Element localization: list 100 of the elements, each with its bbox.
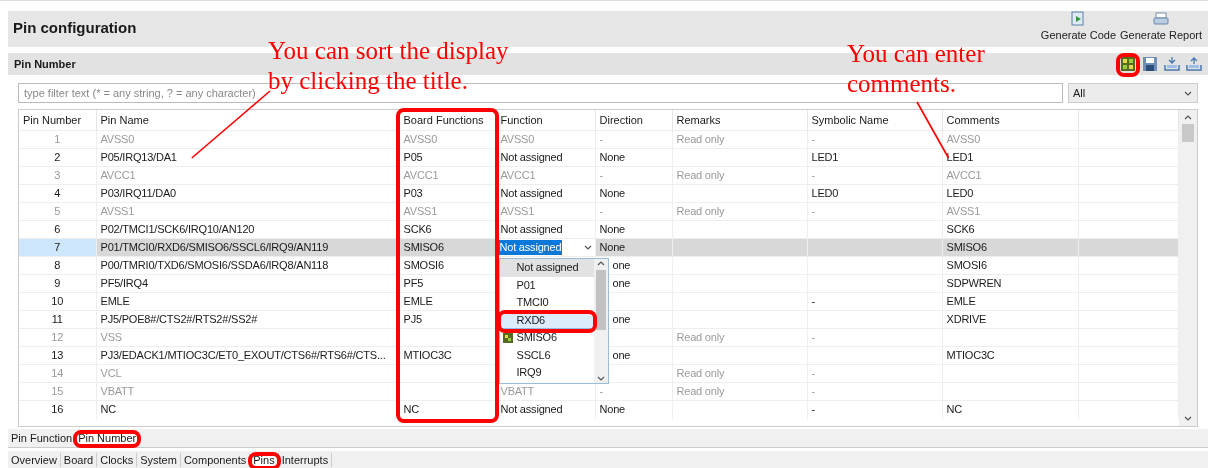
table-cell: - <box>595 166 672 185</box>
column-header[interactable]: Symbolic Name <box>807 110 942 131</box>
table-cell: NC <box>399 400 496 419</box>
table-cell: AVSS0 <box>496 130 595 149</box>
dropdown-option[interactable]: P01 <box>499 276 594 294</box>
printer-icon <box>1153 11 1170 26</box>
table-cell: - <box>807 202 942 221</box>
table-cell: EMLE <box>942 292 1078 311</box>
table-cell: 1 <box>19 130 96 149</box>
column-header[interactable]: Pin Number <box>19 110 96 131</box>
table-cell: 11 <box>19 310 96 329</box>
column-header[interactable]: Direction <box>595 110 672 131</box>
table-cell: None <box>595 238 672 257</box>
column-header[interactable]: Pin Name <box>96 110 399 131</box>
table-cell: - <box>807 364 942 383</box>
table-cell: Read only <box>672 382 807 401</box>
highlight-frame <box>1116 53 1140 77</box>
table-cell: AVSS1 <box>399 202 496 221</box>
toolbar-button[interactable]: Generate Report <box>1120 11 1202 41</box>
column-header[interactable]: Function <box>496 110 595 131</box>
table-cell: Read only <box>672 364 807 383</box>
dropdown-option[interactable]: SMISO6 <box>499 329 594 347</box>
grid-icon[interactable] <box>1120 56 1136 72</box>
table-cell: Not assigned <box>496 400 595 419</box>
table-cell: XDRIVE <box>942 310 1078 329</box>
document-play-icon <box>1070 11 1087 26</box>
scrollbar-thumb[interactable] <box>595 270 606 330</box>
table-cell: - <box>807 400 942 419</box>
table-cell: SMISO6 <box>942 238 1078 257</box>
column-header[interactable]: Remarks <box>672 110 807 131</box>
table-cell: P03/IRQ11/DA0 <box>96 184 399 203</box>
table-cell: 10 <box>19 292 96 311</box>
chevron-up-icon[interactable] <box>1183 113 1193 122</box>
table-cell: 12 <box>19 328 96 347</box>
save-icon[interactable] <box>1142 56 1158 72</box>
table-cell: - <box>807 292 942 311</box>
table-cell: PJ3/EDACK1/MTIOC3C/ET0_EXOUT/CTS6#/RTS6#/CTS... <box>96 346 399 365</box>
table-cell: P01/TMCI0/RXD6/SMISO6/SSCL6/IRQ9/AN119 <box>96 238 399 257</box>
table-cell: SMOSI6 <box>399 256 496 275</box>
chevron-down-icon <box>582 243 593 252</box>
table-cell: 7 <box>19 238 96 257</box>
editor-tab[interactable]: Clocks <box>97 452 138 467</box>
scrollbar[interactable] <box>1179 110 1197 426</box>
section-title: Pin Number <box>14 58 76 70</box>
table-cell: PJ5 <box>399 310 496 329</box>
dropdown-option[interactable]: IRQ9 <box>499 364 594 382</box>
panel-title: Pin configuration <box>13 18 137 36</box>
table-cell: 16 <box>19 400 96 419</box>
dropdown-option[interactable]: Not assigned <box>499 259 594 277</box>
editor-tab[interactable]: Overview <box>8 452 61 467</box>
table-cell: AVSS0 <box>942 130 1078 149</box>
scrollbar-thumb[interactable] <box>1182 124 1194 142</box>
chevron-up-icon[interactable] <box>595 259 606 268</box>
scope-dropdown[interactable]: All <box>1068 83 1198 103</box>
table-cell: LED1 <box>942 148 1078 167</box>
view-tab[interactable]: Pin Function <box>8 431 76 445</box>
column-header[interactable]: Board Functions <box>399 110 496 131</box>
table-cell: EMLE <box>96 292 399 311</box>
table-cell: 14 <box>19 364 96 383</box>
editor-tab[interactable]: Board <box>60 452 98 467</box>
table-cell: SDPWREN <box>942 274 1078 293</box>
table-cell: LED1 <box>807 148 942 167</box>
editor-tab[interactable]: Interrupts <box>278 452 333 467</box>
chevron-down-icon[interactable] <box>1183 414 1193 423</box>
table-cell: 8 <box>19 256 96 275</box>
dropdown-option[interactable]: SSCL6 <box>499 346 594 364</box>
scrollbar[interactable] <box>593 259 608 383</box>
table-cell: AVCC1 <box>496 166 595 185</box>
table-cell: - <box>595 202 672 221</box>
chevron-down-icon[interactable] <box>595 374 606 383</box>
column-header[interactable]: Comments <box>942 110 1078 131</box>
table-cell: 13 <box>19 346 96 365</box>
table-cell: P00/TMRI0/TXD6/SMOSI6/SSDA6/IRQ8/AN118 <box>96 256 399 275</box>
table-cell: - <box>807 166 942 185</box>
table-cell: PF5/IRQ4 <box>96 274 399 293</box>
table-cell: None <box>595 184 672 203</box>
editor-tab[interactable]: Components <box>180 452 251 467</box>
table-cell: 2 <box>19 148 96 167</box>
table-cell: 3 <box>19 166 96 185</box>
table-cell: None <box>595 148 672 167</box>
table-cell: MTIOC3C <box>399 346 496 365</box>
table-cell: SMOSI6 <box>942 256 1078 275</box>
table-cell: - <box>595 382 672 401</box>
table-cell: P03 <box>399 184 496 203</box>
table-cell: AVSS0 <box>96 130 399 149</box>
table-cell: 15 <box>19 382 96 401</box>
table-cell: VBATT <box>496 382 595 401</box>
table-cell: EMLE <box>399 292 496 311</box>
table-cell: 4 <box>19 184 96 203</box>
table-cell: AVSS1 <box>96 202 399 221</box>
editor-tab[interactable]: System <box>137 452 181 467</box>
highlight-frame <box>248 451 281 468</box>
tray-down-icon[interactable] <box>1164 56 1180 72</box>
table-cell: PF5 <box>399 274 496 293</box>
tray-up-icon[interactable] <box>1186 56 1202 72</box>
table-cell: PJ5/POE8#/CTS2#/RTS2#/SS2# <box>96 310 399 329</box>
dropdown-option[interactable]: TMCI0 <box>499 294 594 312</box>
table-cell: Not assigned <box>496 148 595 167</box>
table-cell: AVSS0 <box>399 130 496 149</box>
toolbar-button[interactable]: Generate Code <box>1040 11 1117 41</box>
